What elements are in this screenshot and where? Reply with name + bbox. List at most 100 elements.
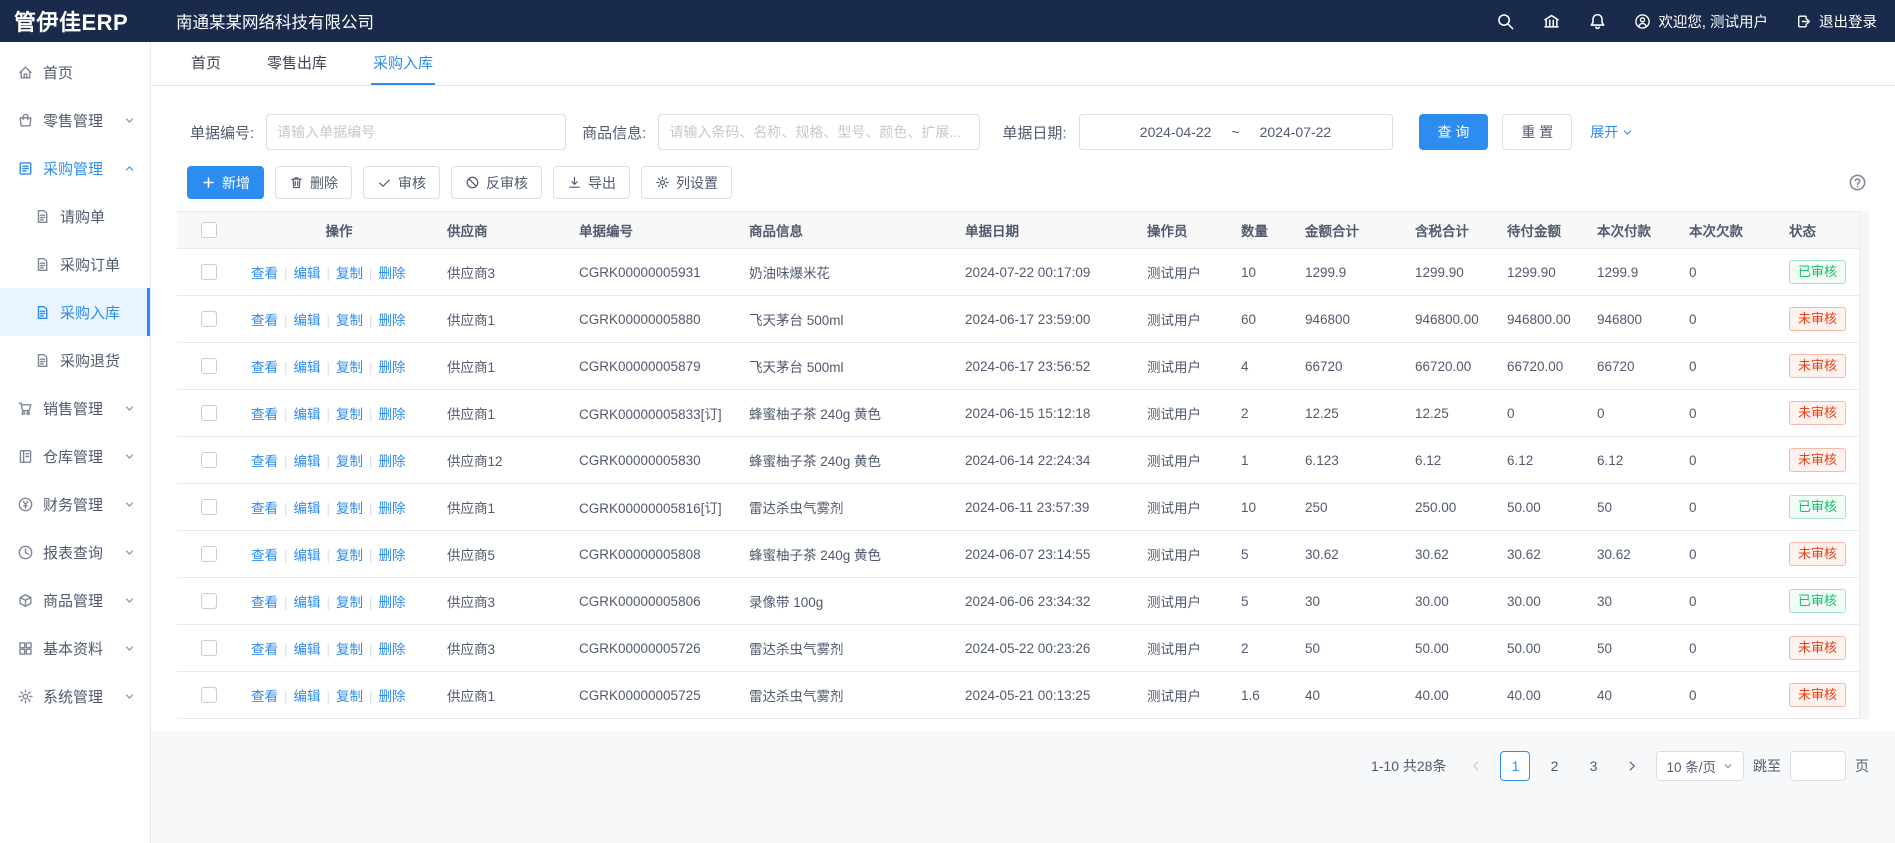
sidebar-item-purchase-order[interactable]: 采购订单 — [0, 240, 150, 288]
row-checkbox[interactable] — [201, 452, 217, 468]
row-action-copy[interactable]: 复制 — [336, 407, 363, 422]
row-checkbox[interactable] — [201, 264, 217, 280]
row-action-delete[interactable]: 删除 — [379, 689, 406, 704]
row-action-copy[interactable]: 复制 — [336, 501, 363, 516]
row-action-copy[interactable]: 复制 — [336, 313, 363, 328]
row-checkbox[interactable] — [201, 358, 217, 374]
sidebar-item-goods[interactable]: 商品管理 — [0, 576, 150, 624]
row-action-view[interactable]: 查看 — [251, 313, 278, 328]
row-checkbox[interactable] — [201, 593, 217, 609]
row-action-delete[interactable]: 删除 — [379, 642, 406, 657]
row-action-copy[interactable]: 复制 — [336, 642, 363, 657]
reset-button[interactable]: 重 置 — [1502, 114, 1572, 150]
row-action-delete[interactable]: 删除 — [379, 313, 406, 328]
cell-operator: 测试用户 — [1137, 296, 1231, 343]
help-icon[interactable] — [1848, 173, 1867, 192]
row-action-delete[interactable]: 删除 — [379, 595, 406, 610]
tab-purchase-inbound[interactable]: 采购入库 — [371, 42, 435, 85]
date-range-picker[interactable]: 2024-04-22 ~ 2024-07-22 — [1079, 114, 1393, 150]
sidebar-item-purchase-return[interactable]: 采购退货 — [0, 336, 150, 384]
welcome-user[interactable]: 欢迎您, 测试用户 — [1634, 11, 1768, 32]
organization-icon[interactable] — [1542, 12, 1561, 31]
delete-button[interactable]: 删除 — [275, 166, 352, 199]
sidebar-item-system[interactable]: 系统管理 — [0, 672, 150, 720]
row-action-edit[interactable]: 编辑 — [294, 407, 321, 422]
row-checkbox[interactable] — [201, 546, 217, 562]
row-action-view[interactable]: 查看 — [251, 689, 278, 704]
sidebar-item-base[interactable]: 基本资料 — [0, 624, 150, 672]
row-action-copy[interactable]: 复制 — [336, 548, 363, 563]
row-action-copy[interactable]: 复制 — [336, 266, 363, 281]
row-action-delete[interactable]: 删除 — [379, 266, 406, 281]
row-action-delete[interactable]: 删除 — [379, 454, 406, 469]
search-button[interactable]: 查 询 — [1419, 114, 1489, 150]
row-action-delete[interactable]: 删除 — [379, 548, 406, 563]
notification-bell-icon[interactable] — [1588, 12, 1607, 31]
row-action-view[interactable]: 查看 — [251, 642, 278, 657]
sidebar-item-purchase-request[interactable]: 请购单 — [0, 192, 150, 240]
column-settings-button[interactable]: 列设置 — [641, 166, 732, 199]
logout-button[interactable]: 退出登录 — [1795, 11, 1877, 32]
row-action-copy[interactable]: 复制 — [336, 360, 363, 375]
row-action-edit[interactable]: 编辑 — [294, 360, 321, 375]
row-action-edit[interactable]: 编辑 — [294, 689, 321, 704]
row-action-copy[interactable]: 复制 — [336, 595, 363, 610]
row-action-delete[interactable]: 删除 — [379, 501, 406, 516]
bill-no-input[interactable] — [266, 114, 566, 150]
app-logo[interactable]: 管伊佳ERP — [14, 5, 154, 37]
sidebar-item-home[interactable]: 首页 — [0, 48, 150, 96]
tab-retail-outbound[interactable]: 零售出库 — [265, 42, 329, 85]
page-button-1[interactable]: 1 — [1500, 751, 1530, 781]
row-action-edit[interactable]: 编辑 — [294, 548, 321, 563]
row-checkbox[interactable] — [201, 405, 217, 421]
row-action-view[interactable]: 查看 — [251, 595, 278, 610]
date-to-value[interactable]: 2024-07-22 — [1260, 124, 1332, 140]
cell-owed: 0 — [1679, 437, 1779, 484]
product-info-input[interactable] — [658, 114, 980, 150]
add-button[interactable]: 新增 — [187, 166, 264, 199]
row-action-edit[interactable]: 编辑 — [294, 595, 321, 610]
next-page-button[interactable] — [1617, 751, 1647, 781]
row-action-edit[interactable]: 编辑 — [294, 501, 321, 516]
row-action-view[interactable]: 查看 — [251, 360, 278, 375]
row-action-copy[interactable]: 复制 — [336, 689, 363, 704]
row-action-view[interactable]: 查看 — [251, 266, 278, 281]
row-action-view[interactable]: 查看 — [251, 548, 278, 563]
sidebar-item-purchase[interactable]: 采购管理 — [0, 144, 150, 192]
row-action-edit[interactable]: 编辑 — [294, 266, 321, 281]
row-action-edit[interactable]: 编辑 — [294, 454, 321, 469]
row-action-delete[interactable]: 删除 — [379, 360, 406, 375]
sidebar-item-report[interactable]: 报表查询 — [0, 528, 150, 576]
jump-page-input[interactable] — [1790, 751, 1846, 781]
page-size-select[interactable]: 10 条/页 — [1656, 751, 1744, 781]
cell-bill_no: CGRK00000005725 — [569, 672, 739, 719]
sidebar-item-retail[interactable]: 零售管理 — [0, 96, 150, 144]
sidebar-item-warehouse[interactable]: 仓库管理 — [0, 432, 150, 480]
row-action-edit[interactable]: 编辑 — [294, 313, 321, 328]
row-action-copy[interactable]: 复制 — [336, 454, 363, 469]
row-action-view[interactable]: 查看 — [251, 454, 278, 469]
page-button-3[interactable]: 3 — [1578, 751, 1608, 781]
table-scrollbar[interactable] — [1859, 211, 1869, 719]
sidebar-item-finance[interactable]: 财务管理 — [0, 480, 150, 528]
search-icon[interactable] — [1496, 12, 1515, 31]
row-action-view[interactable]: 查看 — [251, 407, 278, 422]
prev-page-button[interactable] — [1461, 751, 1491, 781]
expand-link[interactable]: 展开 — [1590, 122, 1634, 142]
row-checkbox[interactable] — [201, 640, 217, 656]
row-checkbox[interactable] — [201, 687, 217, 703]
sidebar-item-purchase-inbound[interactable]: 采购入库 — [0, 288, 150, 336]
unaudit-button[interactable]: 反审核 — [451, 166, 542, 199]
sidebar-item-sale[interactable]: 销售管理 — [0, 384, 150, 432]
select-all-checkbox[interactable] — [201, 222, 217, 238]
audit-button[interactable]: 审核 — [363, 166, 440, 199]
row-action-view[interactable]: 查看 — [251, 501, 278, 516]
tab-home[interactable]: 首页 — [189, 42, 223, 85]
row-action-delete[interactable]: 删除 — [379, 407, 406, 422]
row-action-edit[interactable]: 编辑 — [294, 642, 321, 657]
row-checkbox[interactable] — [201, 499, 217, 515]
export-button[interactable]: 导出 — [553, 166, 630, 199]
date-from-value[interactable]: 2024-04-22 — [1140, 124, 1212, 140]
row-checkbox[interactable] — [201, 311, 217, 327]
page-button-2[interactable]: 2 — [1539, 751, 1569, 781]
